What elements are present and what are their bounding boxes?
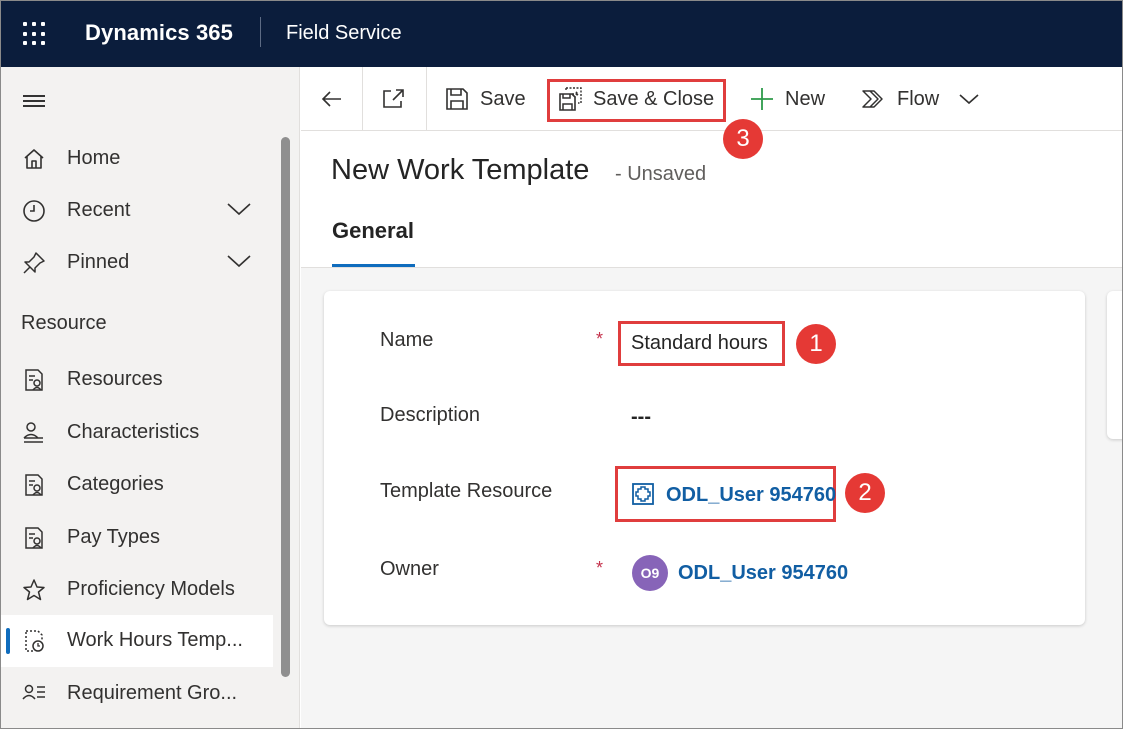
top-divider <box>260 17 261 47</box>
back-button[interactable] <box>319 67 345 131</box>
star-icon <box>23 579 45 601</box>
sidebar-item-label: Characteristics <box>67 421 200 443</box>
sidebar-item-recent[interactable]: Recent <box>1 185 273 237</box>
sidebar-item-home[interactable]: Home <box>1 133 273 185</box>
categories-icon <box>25 474 43 496</box>
owner-link[interactable]: ODL_User 954760 <box>678 562 848 585</box>
side-card <box>1107 291 1122 439</box>
open-in-new-window-icon <box>383 89 404 108</box>
toolbar-divider <box>362 67 363 131</box>
sidebar-item-label: Requirement Gro... <box>67 682 238 704</box>
toolbar-divider <box>426 67 427 131</box>
save-status: - Unsaved <box>615 163 707 185</box>
flow-label: Flow <box>897 87 940 110</box>
new-label: New <box>785 87 826 110</box>
sidebar-item-label: Pinned <box>67 251 130 273</box>
chevron-down-icon[interactable] <box>227 253 251 269</box>
app-launcher-icon[interactable] <box>23 22 47 46</box>
sidebar-item-label: Home <box>67 147 121 169</box>
sidebar-item-pinned[interactable]: Pinned <box>1 237 273 289</box>
sidebar-item-resources[interactable]: Resources <box>1 354 273 406</box>
sidebar-item-pay-types[interactable]: Pay Types <box>1 512 273 564</box>
required-marker: * <box>596 329 604 349</box>
owner-avatar: O9 <box>632 555 668 591</box>
sidebar: Home Recent Pinned Resource Resources Ch… <box>1 67 300 728</box>
save-label: Save <box>480 87 526 110</box>
save-button[interactable]: Save <box>444 67 526 131</box>
bookable-resource-icon <box>632 483 654 505</box>
template-resource-link[interactable]: ODL_User 954760 <box>666 484 836 507</box>
pin-icon <box>23 252 45 274</box>
step-badge-1: 1 <box>796 324 836 364</box>
sidebar-item-label: Resources <box>67 368 163 390</box>
sidebar-item-label: Recent <box>67 199 131 221</box>
required-marker: * <box>596 558 604 578</box>
hamburger-menu-icon[interactable] <box>23 95 45 107</box>
sidebar-item-label: Pay Types <box>67 526 161 548</box>
characteristics-icon <box>23 422 43 443</box>
owner-label: Owner <box>380 558 439 580</box>
sidebar-item-categories[interactable]: Categories <box>1 459 273 511</box>
description-label: Description <box>380 404 481 426</box>
sidebar-item-work-hours-templates[interactable]: Work Hours Temp... <box>1 615 273 667</box>
module-name[interactable]: Field Service <box>286 22 402 45</box>
template-resource-label: Template Resource <box>380 480 553 502</box>
page-title: New Work Template <box>331 154 590 186</box>
app-frame: Dynamics 365 Field Service Home Recent P… <box>0 0 1123 729</box>
more-commands-chevron[interactable] <box>959 67 979 131</box>
home-icon <box>24 149 44 169</box>
work-hours-icon <box>25 630 44 652</box>
step-badge-3: 3 <box>723 119 763 159</box>
flow-button[interactable]: Flow <box>861 67 939 131</box>
pay-types-icon <box>25 527 43 549</box>
name-field[interactable]: Standard hours <box>631 332 768 355</box>
sidebar-item-label: Categories <box>67 473 164 495</box>
sidebar-section-title: Resource <box>21 312 107 334</box>
open-in-new-window-button[interactable] <box>381 67 407 131</box>
sidebar-item-characteristics[interactable]: Characteristics <box>1 407 273 459</box>
active-indicator <box>6 628 10 654</box>
sidebar-item-label: Proficiency Models <box>67 578 235 600</box>
save-icon <box>446 88 468 110</box>
step-badge-2: 2 <box>845 473 885 513</box>
tab-general[interactable]: General <box>332 218 414 244</box>
name-label: Name <box>380 329 434 351</box>
new-button[interactable]: New <box>749 67 825 131</box>
plus-icon <box>751 88 773 110</box>
flow-icon <box>862 90 883 108</box>
requirement-group-icon <box>22 684 45 700</box>
app-title[interactable]: Dynamics 365 <box>85 20 233 46</box>
sidebar-item-requirement-groups[interactable]: Requirement Gro... <box>1 668 273 720</box>
description-field[interactable]: --- <box>631 406 651 429</box>
arrow-left-icon <box>321 91 341 107</box>
clock-icon <box>23 200 45 222</box>
sidebar-item-label: Work Hours Temp... <box>67 629 243 651</box>
top-bar: Dynamics 365 Field Service <box>1 1 1122 67</box>
resource-list-icon <box>25 369 43 391</box>
chevron-down-icon[interactable] <box>227 201 251 217</box>
save-close-highlight <box>547 79 726 122</box>
sidebar-scrollbar[interactable] <box>281 137 290 677</box>
sidebar-item-proficiency-models[interactable]: Proficiency Models <box>1 564 273 616</box>
chevron-down-icon <box>959 94 979 105</box>
